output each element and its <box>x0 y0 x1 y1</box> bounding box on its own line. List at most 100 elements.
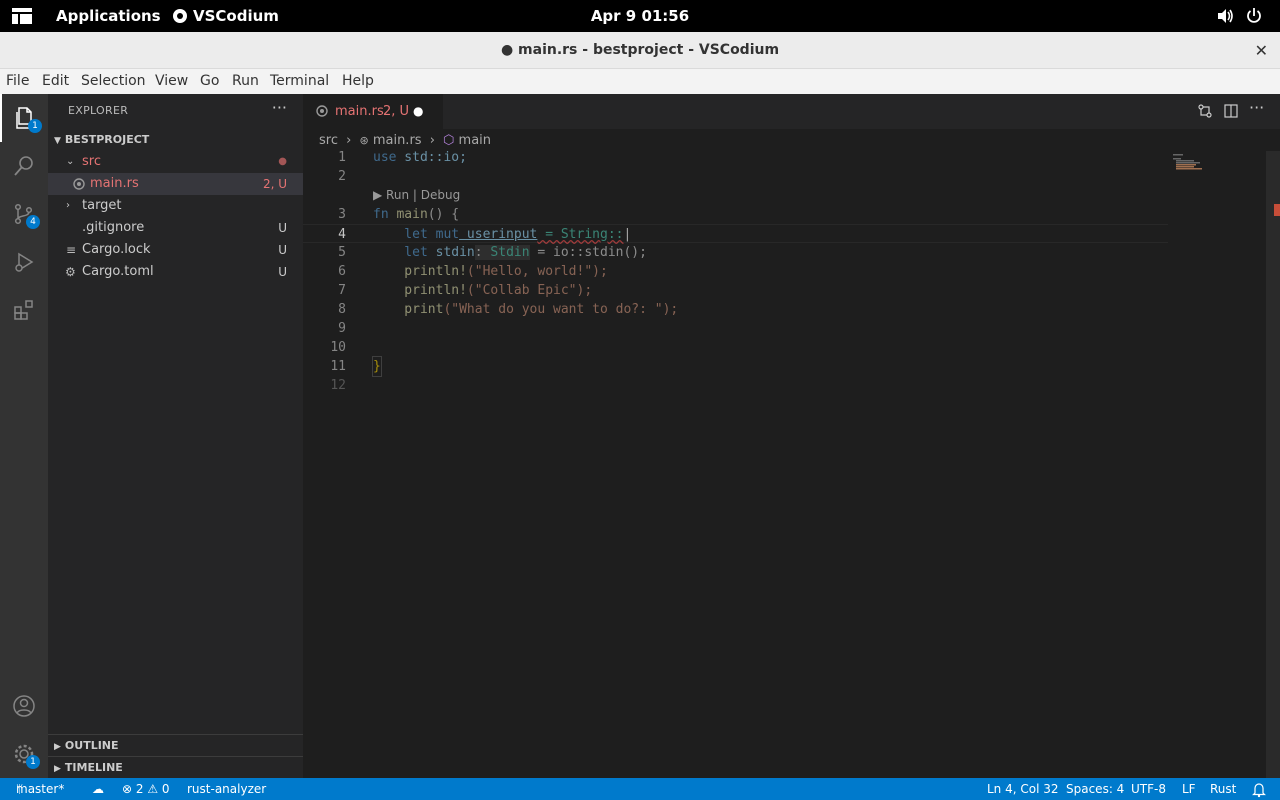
language-mode[interactable]: Rust <box>1210 778 1236 800</box>
tab-main-rs[interactable]: main.rs 2, U ● <box>303 94 443 129</box>
menu-file[interactable]: File <box>6 69 29 94</box>
explorer-title: EXPLORER <box>68 104 129 117</box>
close-window-button[interactable]: ✕ <box>1255 32 1268 69</box>
tree-item-cargo-toml[interactable]: ⚙ Cargo.toml U <box>48 261 303 283</box>
code-line: 1 use std::io; <box>303 148 1168 167</box>
menu-terminal[interactable]: Terminal <box>270 69 329 94</box>
eol-status[interactable]: LF <box>1182 778 1196 800</box>
run-debug-icon[interactable] <box>0 238 48 286</box>
active-app-name[interactable]: VSCodium <box>193 0 279 32</box>
more-actions-icon[interactable]: ··· <box>1249 98 1264 117</box>
code-line: 9 <box>303 319 1168 338</box>
notifications-bell-icon[interactable] <box>1252 778 1266 800</box>
tree-item-label: Cargo.toml <box>82 264 154 279</box>
encoding-status[interactable]: UTF-8 <box>1131 778 1166 800</box>
timeline-label: TIMELINE <box>64 761 123 774</box>
applications-grid-icon[interactable] <box>12 0 32 32</box>
menu-selection[interactable]: Selection <box>81 69 146 94</box>
indentation-status[interactable]: Spaces: 4 <box>1066 778 1124 800</box>
tree-item-cargo-lock[interactable]: ≡ Cargo.lock U <box>48 239 303 261</box>
file-status: U <box>278 243 287 257</box>
tab-status: 2, U <box>383 104 410 119</box>
menu-go[interactable]: Go <box>200 69 219 94</box>
clock[interactable]: Apr 9 01:56 <box>0 0 1280 32</box>
project-folder-header[interactable]: ▼ BESTPROJECT <box>48 129 303 151</box>
menu-bar: File Edit Selection View Go Run Terminal… <box>0 69 1280 94</box>
problems-status[interactable]: ⊗ 2 ⚠ 0 <box>122 778 170 800</box>
outline-section-header[interactable]: ▶ OUTLINE <box>48 734 303 756</box>
line-number: 1 <box>338 150 346 165</box>
breadcrumb-file[interactable]: main.rs <box>373 133 422 148</box>
timeline-section-header[interactable]: ▶ TIMELINE <box>48 756 303 778</box>
rust-file-icon: ⊛ <box>359 134 369 147</box>
editor-scrollbar[interactable] <box>1266 151 1280 778</box>
explorer-badge: 1 <box>28 119 42 133</box>
editor-area: main.rs 2, U ● ··· src › ⊛ main.rs › ⬡ m… <box>303 94 1280 778</box>
code-line: 5 let stdin: Stdin = io::stdin(); <box>303 243 1168 262</box>
code-token: userinput <box>459 227 538 242</box>
breadcrumb-folder[interactable]: src <box>319 133 338 148</box>
tree-item-target[interactable]: › target <box>48 195 303 217</box>
type-hint: Stdin <box>490 245 530 260</box>
menu-edit[interactable]: Edit <box>42 69 69 94</box>
tree-item-label: Cargo.lock <box>82 242 151 257</box>
chevron-right-icon: › <box>66 200 70 211</box>
line-number: 8 <box>338 302 346 317</box>
code-token: = String:: <box>537 227 624 242</box>
source-control-icon[interactable]: 4 <box>0 190 48 238</box>
tree-item-src[interactable]: ⌄ src ● <box>48 151 303 173</box>
chevron-down-icon: ⌄ <box>66 156 75 167</box>
menu-run[interactable]: Run <box>232 69 259 94</box>
settings-badge: 1 <box>26 755 40 769</box>
menu-view[interactable]: View <box>155 69 188 94</box>
activity-bar: 1 4 1 <box>0 94 48 778</box>
power-icon[interactable] <box>1246 0 1262 32</box>
menu-help[interactable]: Help <box>342 69 374 94</box>
explorer-icon[interactable]: 1 <box>0 94 48 142</box>
code-line: 6 println!("Hello, world!"); <box>303 262 1168 281</box>
split-editor-icon[interactable] <box>1223 103 1239 123</box>
code-line-current: 4 let mut userinput = String::| <box>303 224 1168 243</box>
settings-gear-icon[interactable]: 1 <box>0 730 48 778</box>
chevron-right-icon: ▶ <box>54 742 61 752</box>
tree-item-main-rs[interactable]: main.rs 2, U <box>48 173 303 195</box>
unsaved-dot-icon[interactable]: ● <box>413 94 423 129</box>
outline-label: OUTLINE <box>64 739 119 752</box>
code-token: fn <box>373 207 389 222</box>
branch-label: master* <box>16 782 65 796</box>
open-changes-icon[interactable] <box>1197 103 1213 123</box>
volume-icon[interactable] <box>1216 0 1234 32</box>
tree-item-label: target <box>82 198 122 213</box>
file-status: U <box>278 265 287 279</box>
line-number: 6 <box>338 264 346 279</box>
line-number: 12 <box>330 378 346 393</box>
cursor-position[interactable]: Ln 4, Col 32 <box>987 778 1059 800</box>
code-token: let <box>373 245 428 260</box>
code-line: 3 fn main() { <box>303 205 1168 224</box>
code-line: 2 <box>303 167 1168 186</box>
tree-item-label: main.rs <box>90 176 139 191</box>
sync-icon[interactable]: ☁ <box>92 778 104 800</box>
extensions-icon[interactable] <box>0 286 48 334</box>
run-debug-codelens[interactable]: ▶ Run | Debug <box>373 188 460 202</box>
minimap[interactable] <box>1173 154 1213 174</box>
chevron-right-icon: ▶ <box>54 764 61 774</box>
line-number: 2 <box>338 169 346 184</box>
search-icon[interactable] <box>0 142 48 190</box>
rust-analyzer-status[interactable]: rust-analyzer <box>187 778 266 800</box>
account-icon[interactable] <box>0 682 48 730</box>
code-line: 12 <box>303 376 1168 395</box>
applications-menu[interactable]: Applications <box>56 0 161 32</box>
symbol-function-icon: ⬡ <box>443 133 455 148</box>
tree-item-label: .gitignore <box>82 220 145 235</box>
more-actions-icon[interactable]: ··· <box>272 98 287 117</box>
code-token: () { <box>427 207 460 222</box>
breadcrumb-symbol[interactable]: main <box>459 133 491 148</box>
line-number: 4 <box>338 227 346 242</box>
file-lines-icon: ≡ <box>66 243 77 257</box>
file-status: 2, U <box>262 177 287 191</box>
tree-item-gitignore[interactable]: .gitignore U <box>48 217 303 239</box>
source-control-badge: 4 <box>26 215 40 229</box>
code-line: 10 <box>303 338 1168 357</box>
code-line: 11 } <box>303 356 1168 377</box>
